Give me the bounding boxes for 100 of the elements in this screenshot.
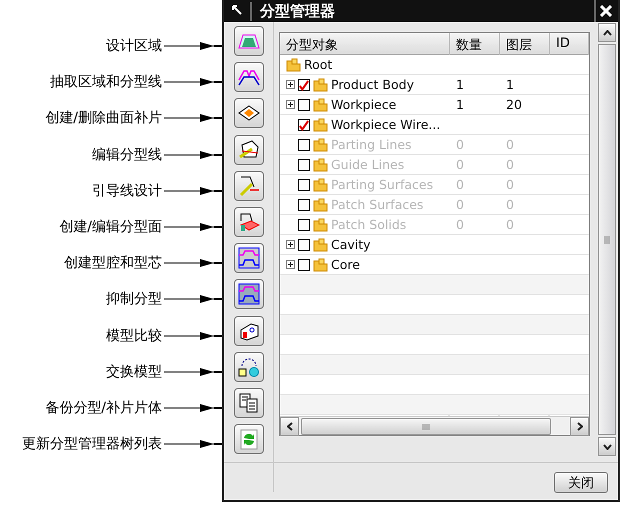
folder-icon <box>313 198 328 212</box>
wrench-line-icon <box>238 174 260 197</box>
count-cell-text: 1 <box>455 97 465 112</box>
count-cell-text: 0 <box>455 177 465 192</box>
folder-icon <box>313 218 328 232</box>
tool-button[interactable] <box>234 316 264 346</box>
annotation-label: 备份分型/补片片体 <box>45 398 162 417</box>
pointer-arrow <box>164 186 222 195</box>
folder-icon <box>286 58 301 72</box>
expand-toggle[interactable] <box>286 260 295 269</box>
annotation-label: 交换模型 <box>106 362 162 381</box>
tree-label: Workpiece <box>331 97 396 112</box>
folder-icon <box>313 178 328 192</box>
tree-label: Cavity <box>331 237 371 252</box>
tree-row[interactable]: Root <box>280 55 589 75</box>
checkbox[interactable] <box>298 118 310 130</box>
layer-cell-text: 1 <box>505 77 515 92</box>
tree-row[interactable]: Cavity <box>280 235 589 255</box>
checkbox[interactable] <box>298 98 310 110</box>
pointer-arrow <box>164 78 222 86</box>
chevron-left-icon <box>286 422 292 431</box>
tree-row[interactable]: Workpiece Wire... <box>280 115 589 135</box>
tree-label: Product Body <box>331 77 414 92</box>
tree-label: Guide Lines <box>331 157 404 172</box>
count-cell-text: 0 <box>455 197 465 212</box>
tool-button[interactable] <box>234 98 264 128</box>
chevron-down-icon <box>602 444 612 450</box>
pointer-arrow <box>164 114 222 122</box>
tool-button[interactable] <box>234 170 264 201</box>
chevron-right-icon <box>576 422 582 431</box>
folder-icon <box>313 78 328 92</box>
tool-button[interactable] <box>234 243 264 274</box>
swap-icon <box>238 356 260 378</box>
cavity-core-icon <box>238 247 260 270</box>
folder-icon <box>313 98 328 112</box>
expand-toggle[interactable] <box>286 100 295 109</box>
close-icon <box>600 5 612 17</box>
tool-button[interactable] <box>234 206 264 237</box>
annotation-label: 更新分型管理器树列表 <box>22 435 162 454</box>
annotation-label: 创建型腔和型芯 <box>64 254 162 272</box>
checkbox[interactable] <box>298 238 310 250</box>
tree-row[interactable]: Workpiece 1 20 <box>280 95 589 115</box>
scroll-down-button[interactable] <box>598 437 616 456</box>
scroll-right-button[interactable] <box>570 417 589 436</box>
chevron-up-icon <box>602 30 612 36</box>
tool-button[interactable] <box>234 62 264 92</box>
surface-grid-icon <box>238 210 260 233</box>
count-cell-text: 1 <box>455 77 465 92</box>
tree-label: Core <box>331 257 360 272</box>
tree-row[interactable]: Core <box>280 255 589 275</box>
tool-button[interactable] <box>234 134 264 165</box>
expand-toggle[interactable] <box>286 80 295 89</box>
pointer-arrow <box>164 440 222 448</box>
tree-label: Patch Surfaces <box>331 197 424 212</box>
annotation-label: 创建/删除曲面补片 <box>45 109 162 128</box>
folder-icon <box>313 258 328 272</box>
folder-icon <box>313 158 328 172</box>
tree-label: Parting Surfaces <box>331 177 434 192</box>
count-cell-text: 0 <box>455 217 465 232</box>
tool-button[interactable] <box>234 388 264 418</box>
documents-icon <box>238 392 260 414</box>
pointer-arrow <box>164 259 222 268</box>
tool-button[interactable] <box>234 279 264 310</box>
layer-cell-text: 0 <box>505 197 515 212</box>
pointer-arrow <box>164 223 222 232</box>
count-cell-text: 0 <box>455 157 465 172</box>
pointer-arrow <box>164 150 222 159</box>
annotation-label: 设计区域 <box>106 37 162 56</box>
dialog-button[interactable]: 关闭 <box>554 472 608 493</box>
pointer-arrow <box>164 295 222 304</box>
wrench-part-icon <box>238 138 260 161</box>
folder-icon <box>313 118 328 132</box>
annotation-label: 引导线设计 <box>92 182 162 200</box>
annotation-label: 抽取区域和分型线 <box>50 73 162 92</box>
pointer-arrow <box>164 368 222 376</box>
tree-label: Parting Lines <box>331 137 412 152</box>
scroll-left-button[interactable] <box>280 417 299 436</box>
layer-cell-text: 0 <box>505 157 515 172</box>
annotation-label: 模型比较 <box>106 326 162 345</box>
refresh-icon <box>238 428 260 450</box>
annotation-label: 抑制分型 <box>106 290 162 308</box>
tree-label: Workpiece Wire... <box>331 117 440 132</box>
scroll-thumb[interactable] <box>301 418 551 435</box>
tool-button[interactable] <box>234 352 264 382</box>
tree-label: Patch Solids <box>331 217 406 232</box>
annotation-label: 创建/编辑分型面 <box>59 218 162 236</box>
pointer-arrow <box>164 404 222 412</box>
checkbox[interactable] <box>298 258 310 270</box>
count-cell-text: 0 <box>455 137 465 152</box>
expand-toggle[interactable] <box>286 240 295 249</box>
folder-icon <box>313 238 328 252</box>
folder-icon <box>313 138 328 152</box>
annotation-label: 编辑分型线 <box>92 146 162 164</box>
horizontal-scrollbar[interactable] <box>280 416 589 435</box>
checkbox[interactable] <box>298 78 310 90</box>
layer-cell-text: 0 <box>505 137 515 152</box>
layer-cell-text: 0 <box>505 177 515 192</box>
layer-cell-text: 0 <box>505 217 515 232</box>
scroll-up-button[interactable] <box>598 23 616 42</box>
tree-row[interactable]: Product Body 1 1 <box>280 75 589 95</box>
